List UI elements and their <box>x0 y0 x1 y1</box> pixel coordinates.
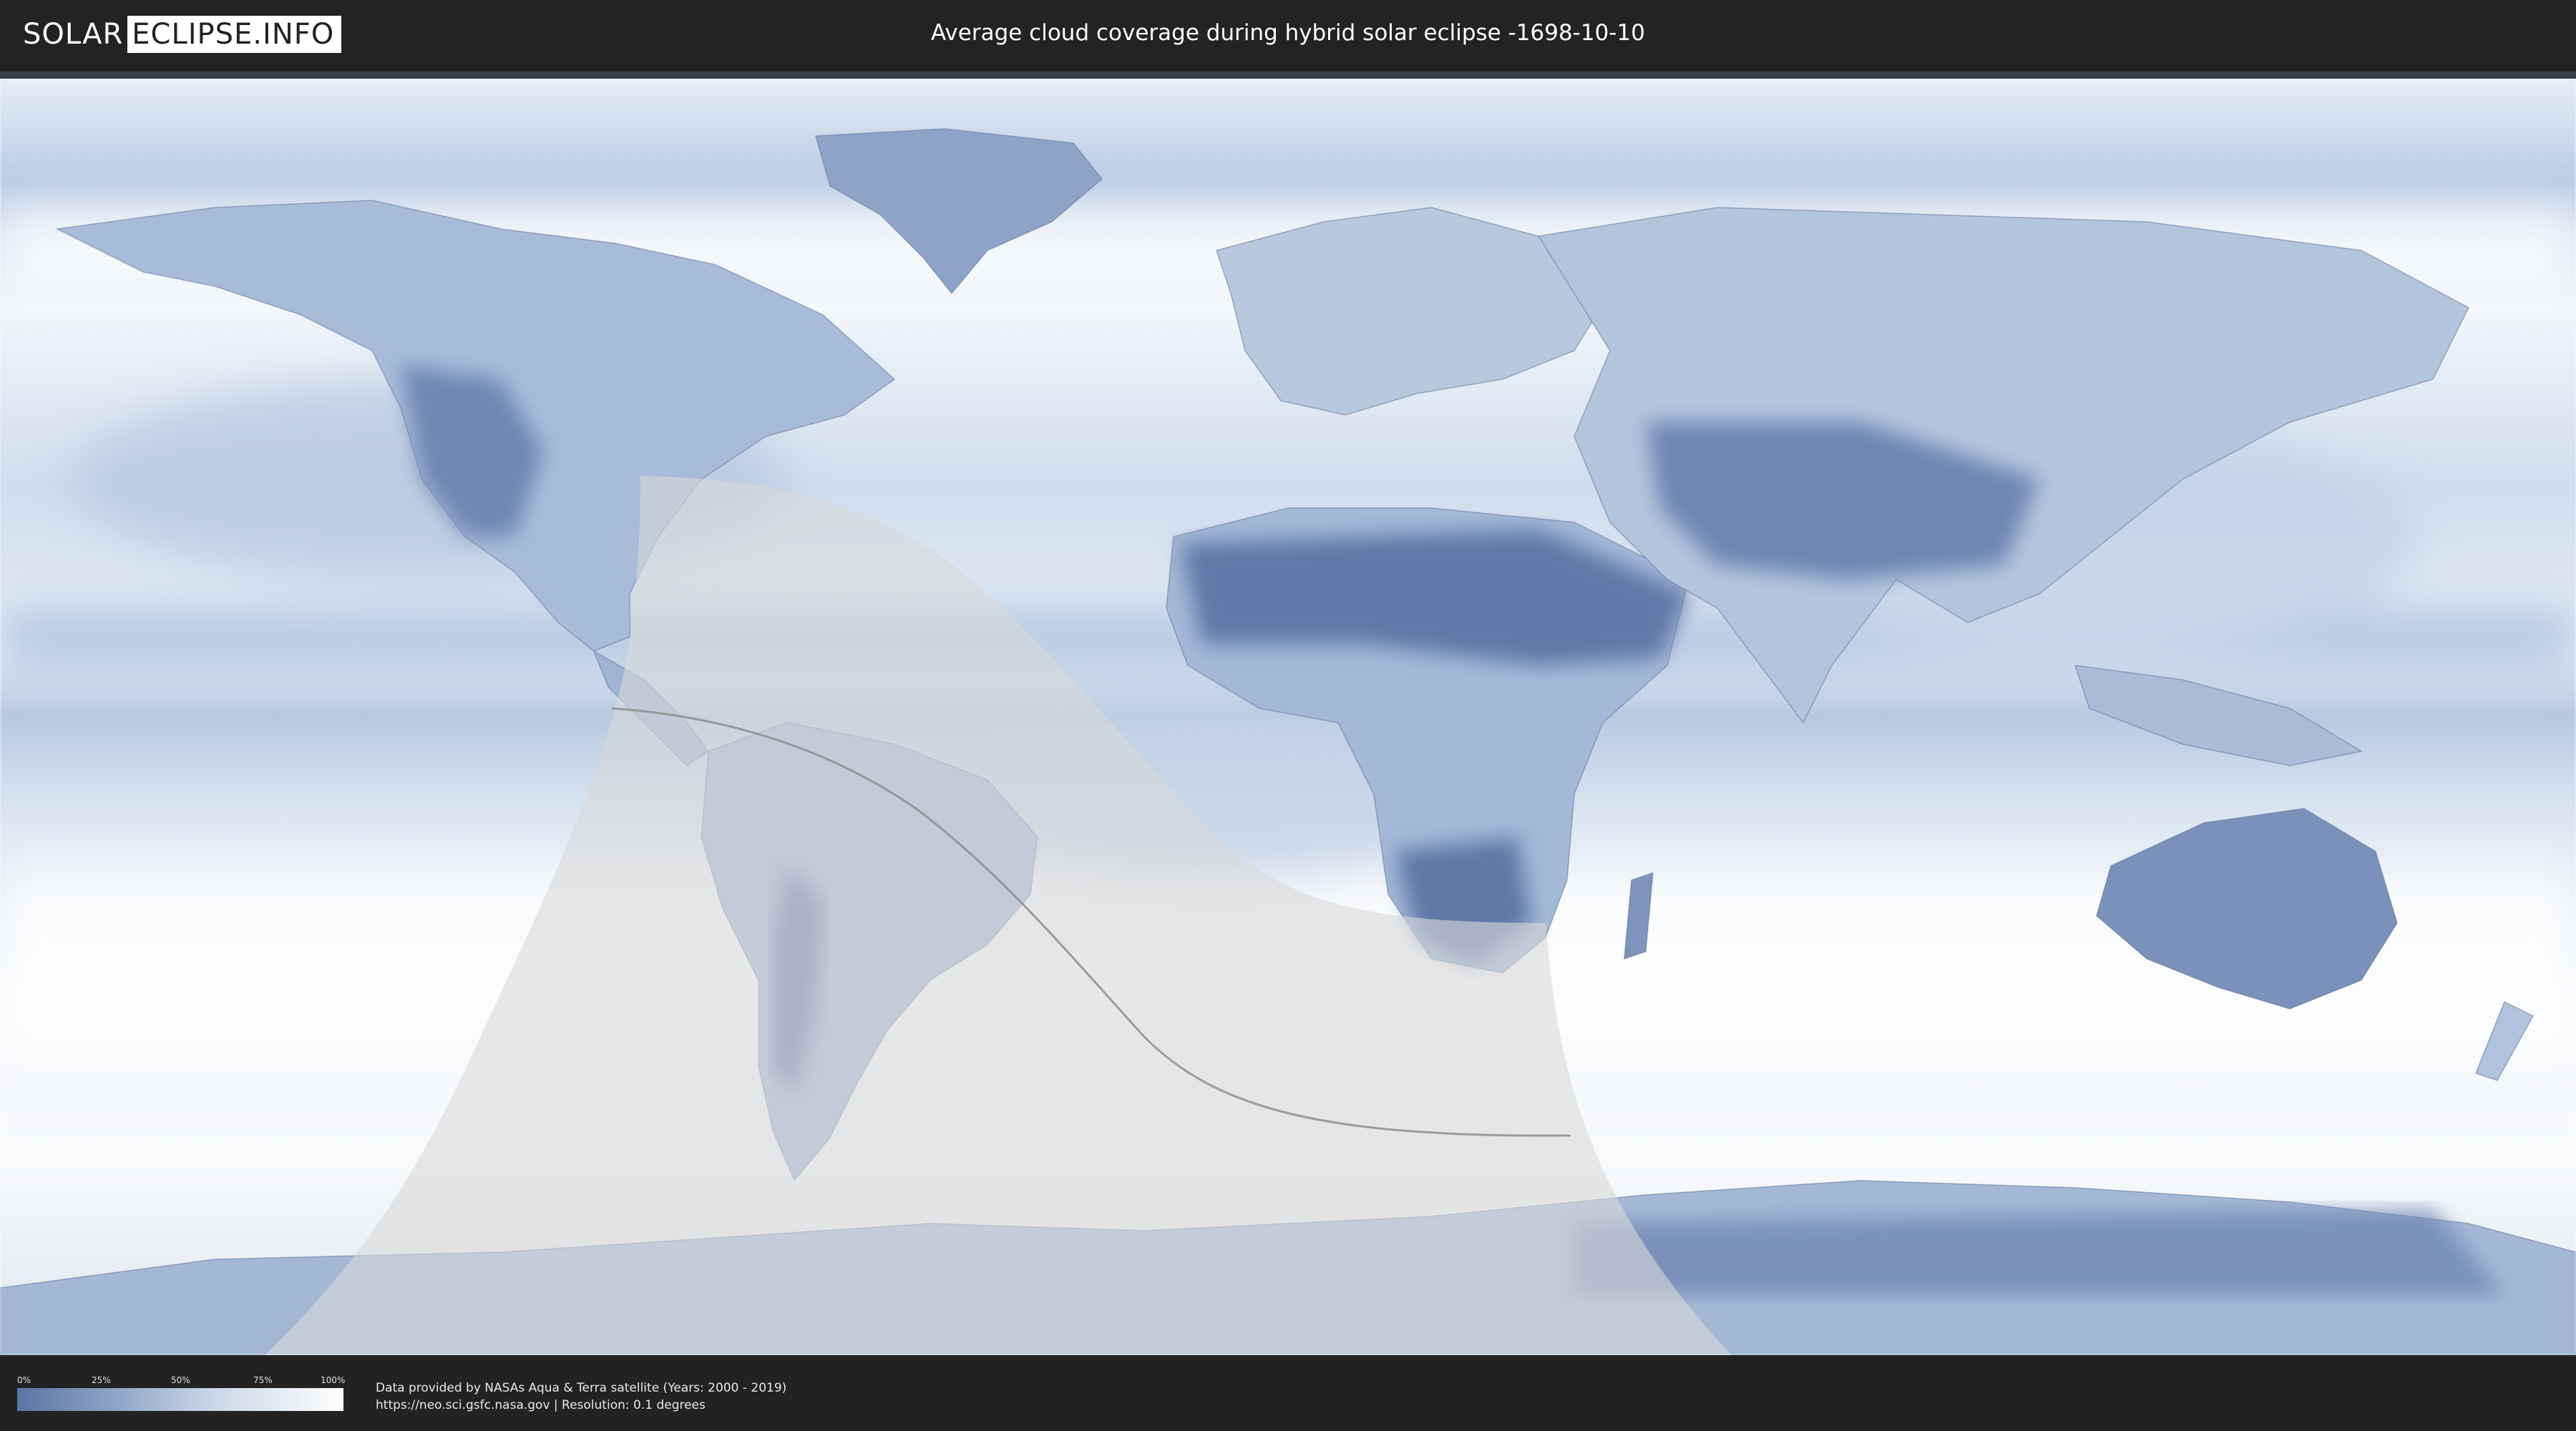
legend-tick-50: 50% <box>171 1375 190 1385</box>
header-divider <box>0 72 2576 79</box>
legend-tick-100: 100% <box>321 1375 346 1385</box>
cloud-coverage-map <box>0 79 2576 1355</box>
world-map-svg <box>0 79 2576 1355</box>
legend-tick-75: 75% <box>253 1375 273 1385</box>
legend-tick-25: 25% <box>92 1375 111 1385</box>
cloud-coverage-legend: 0% 25% 50% 75% 100% <box>17 1375 346 1411</box>
legend-tick-0: 0% <box>17 1375 31 1385</box>
data-credits: Data provided by NASAs Aqua & Terra sate… <box>376 1379 786 1414</box>
page-title: Average cloud coverage during hybrid sol… <box>931 20 1645 46</box>
footer: 0% 25% 50% 75% 100% Data provided by NAS… <box>0 1355 2576 1431</box>
legend-color-bar <box>17 1388 343 1411</box>
header: SOLAR ECLIPSE.INFO Average cloud coverag… <box>0 0 2576 72</box>
credit-line-1: Data provided by NASAs Aqua & Terra sate… <box>376 1381 787 1395</box>
legend-tick-labels: 0% 25% 50% 75% 100% <box>17 1375 346 1388</box>
credit-line-2[interactable]: https://neo.sci.gsfc.nasa.gov | Resoluti… <box>376 1397 786 1414</box>
page: SOLAR ECLIPSE.INFO Average cloud coverag… <box>0 0 2576 1431</box>
